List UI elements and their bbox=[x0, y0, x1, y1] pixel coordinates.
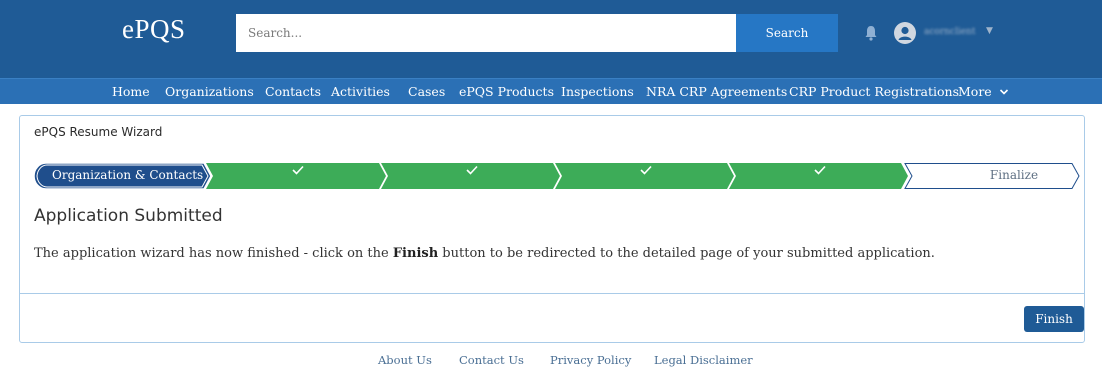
wizard-step-3[interactable] bbox=[381, 163, 560, 189]
completion-message: The application wizard has now finished … bbox=[34, 246, 935, 261]
search-button[interactable]: Search bbox=[736, 14, 838, 52]
footer-link-contact-us[interactable]: Contact Us bbox=[459, 353, 524, 367]
message-text-bold: Finish bbox=[392, 246, 439, 261]
card-divider bbox=[20, 293, 1084, 294]
footer-link-privacy-policy[interactable]: Privacy Policy bbox=[550, 353, 631, 367]
nav-item-crp-product-registrations[interactable]: CRP Product Registrations bbox=[789, 84, 959, 99]
nav-item-organizations[interactable]: Organizations bbox=[165, 84, 254, 99]
footer-link-about-us[interactable]: About Us bbox=[378, 353, 432, 367]
nav-item-activities[interactable]: Activities bbox=[331, 84, 390, 99]
wizard-card: ePQS Resume Wizard Organization & Contac… bbox=[19, 115, 1085, 343]
main-nav: Home Organizations Contacts Activities C… bbox=[0, 78, 1102, 104]
user-name[interactable]: acornclient bbox=[924, 27, 980, 37]
wizard-step-finalize[interactable] bbox=[904, 163, 1080, 189]
page-heading: Application Submitted bbox=[34, 206, 223, 226]
footer-link-legal-disclaimer[interactable]: Legal Disclaimer bbox=[654, 353, 753, 367]
search-input[interactable] bbox=[236, 14, 736, 52]
wizard-step-2[interactable] bbox=[206, 163, 386, 189]
finish-button[interactable]: Finish bbox=[1024, 306, 1084, 332]
message-text-before: The application wizard has now finished … bbox=[34, 246, 393, 261]
bell-icon[interactable] bbox=[864, 25, 878, 41]
nav-item-more[interactable]: More bbox=[958, 84, 1009, 99]
app-header: ePQS Search acornclient ▼ bbox=[0, 0, 1102, 78]
wizard-step-4[interactable] bbox=[555, 163, 734, 189]
global-search: Search bbox=[236, 14, 838, 52]
user-avatar[interactable] bbox=[894, 22, 916, 44]
wizard-step-organization-contacts[interactable] bbox=[34, 162, 212, 190]
nav-item-epqs-products[interactable]: ePQS Products bbox=[459, 84, 554, 99]
nav-item-contacts[interactable]: Contacts bbox=[265, 84, 321, 99]
wizard-path: Organization & Contacts Finalize bbox=[34, 162, 1082, 190]
nav-item-nra-crp-agreements[interactable]: NRA CRP Agreements bbox=[646, 84, 787, 99]
chevron-down-icon[interactable]: ▼ bbox=[986, 26, 993, 36]
message-text-after: button to be redirected to the detailed … bbox=[438, 246, 935, 261]
nav-more-label: More bbox=[958, 84, 992, 99]
nav-item-cases[interactable]: Cases bbox=[408, 84, 445, 99]
nav-item-inspections[interactable]: Inspections bbox=[561, 84, 634, 99]
wizard-title: ePQS Resume Wizard bbox=[34, 125, 163, 139]
nav-item-home[interactable]: Home bbox=[112, 84, 150, 99]
chevron-down-icon bbox=[999, 89, 1008, 95]
app-logo[interactable]: ePQS bbox=[122, 14, 186, 45]
wizard-step-5[interactable] bbox=[729, 163, 908, 189]
user-icon bbox=[898, 26, 912, 40]
